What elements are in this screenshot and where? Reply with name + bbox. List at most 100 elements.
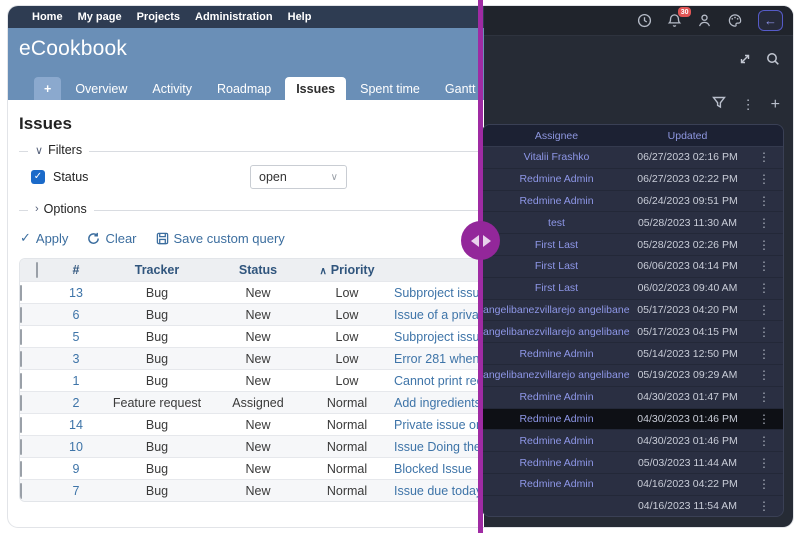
updated-timestamp: 04/30/2023 01:47 PM: [630, 391, 745, 403]
row-menu-kebab-icon[interactable]: ⋮: [745, 303, 783, 317]
assignee-link[interactable]: Redmine Admin: [483, 478, 630, 490]
row-checkbox-cell: [20, 352, 54, 366]
row-checkbox-cell: [20, 374, 54, 388]
row-menu-kebab-icon[interactable]: ⋮: [745, 390, 783, 404]
dark-issue-row: Vitalii Frashko 06/27/2023 02:16 PM ⋮: [483, 147, 783, 169]
row-menu-kebab-icon[interactable]: ⋮: [745, 281, 783, 295]
issue-id-link[interactable]: 13: [54, 286, 98, 300]
issue-id-link[interactable]: 5: [54, 330, 98, 344]
row-checkbox[interactable]: [20, 285, 22, 301]
top-menu-item[interactable]: Projects: [137, 11, 180, 23]
assignee-link[interactable]: Redmine Admin: [483, 348, 630, 360]
row-menu-kebab-icon[interactable]: ⋮: [745, 172, 783, 186]
row-menu-kebab-icon[interactable]: ⋮: [745, 194, 783, 208]
project-tab[interactable]: Overview: [64, 77, 138, 100]
issue-id-link[interactable]: 3: [54, 352, 98, 366]
column-header-updated[interactable]: Updated: [630, 130, 745, 142]
filter-funnel-icon[interactable]: [712, 96, 726, 114]
project-tab[interactable]: Issues: [285, 77, 346, 100]
row-menu-kebab-icon[interactable]: ⋮: [745, 325, 783, 339]
row-menu-kebab-icon[interactable]: ⋮: [745, 368, 783, 382]
row-menu-kebab-icon[interactable]: ⋮: [745, 347, 783, 361]
project-tab[interactable]: +: [34, 77, 61, 100]
column-header-id[interactable]: #: [54, 263, 98, 277]
row-menu-kebab-icon[interactable]: ⋮: [745, 499, 783, 513]
row-checkbox[interactable]: [20, 395, 22, 411]
row-menu-kebab-icon[interactable]: ⋮: [745, 216, 783, 230]
row-menu-kebab-icon[interactable]: ⋮: [745, 150, 783, 164]
row-checkbox[interactable]: [20, 461, 22, 477]
project-tab[interactable]: Spent time: [349, 77, 431, 100]
chevron-down-icon: ∨: [35, 144, 43, 157]
assignee-link[interactable]: Redmine Admin: [483, 173, 630, 185]
search-icon[interactable]: [766, 52, 780, 71]
select-all-checkbox[interactable]: [36, 262, 38, 278]
add-icon[interactable]: +: [771, 97, 780, 113]
clock-icon[interactable]: [637, 13, 652, 28]
assignee-link[interactable]: Vitalii Frashko: [483, 151, 630, 163]
clear-button[interactable]: Clear: [87, 231, 136, 246]
issue-id-link[interactable]: 14: [54, 418, 98, 432]
row-menu-kebab-icon[interactable]: ⋮: [745, 412, 783, 426]
issue-id-link[interactable]: 6: [54, 308, 98, 322]
status-select-value: open: [259, 170, 287, 184]
top-menu-item[interactable]: Administration: [195, 11, 273, 23]
assignee-link[interactable]: test: [483, 217, 630, 229]
save-custom-query-button[interactable]: Save custom query: [156, 231, 285, 246]
assignee-link[interactable]: angelibanezvillarejo angelibanezvillarej…: [483, 304, 630, 316]
project-tab[interactable]: Activity: [141, 77, 203, 100]
notifications-bell-icon[interactable]: 30: [667, 13, 682, 28]
column-header-assignee[interactable]: Assignee: [483, 130, 630, 142]
back-button[interactable]: ←: [758, 10, 783, 31]
project-tab[interactable]: Roadmap: [206, 77, 282, 100]
issue-id-link[interactable]: 9: [54, 462, 98, 476]
row-checkbox-cell: [20, 308, 54, 322]
row-menu-kebab-icon[interactable]: ⋮: [745, 434, 783, 448]
column-header-priority[interactable]: ∧Priority: [300, 263, 394, 277]
row-checkbox[interactable]: [20, 373, 22, 389]
row-checkbox[interactable]: [20, 329, 22, 345]
status-select[interactable]: open ∨: [250, 165, 347, 189]
assignee-link[interactable]: First Last: [483, 239, 630, 251]
row-menu-kebab-icon[interactable]: ⋮: [745, 477, 783, 491]
issue-id-link[interactable]: 10: [54, 440, 98, 454]
assignee-link[interactable]: First Last: [483, 282, 630, 294]
column-header-tracker[interactable]: Tracker: [98, 263, 216, 277]
row-checkbox[interactable]: [20, 483, 22, 499]
assignee-link[interactable]: Redmine Admin: [483, 195, 630, 207]
column-header-status[interactable]: Status: [216, 263, 300, 277]
issue-id-link[interactable]: 1: [54, 374, 98, 388]
more-options-kebab-icon[interactable]: ⋮: [742, 97, 755, 113]
row-menu-kebab-icon[interactable]: ⋮: [745, 238, 783, 252]
row-checkbox[interactable]: [20, 307, 22, 323]
assignee-link[interactable]: Redmine Admin: [483, 413, 630, 425]
options-legend[interactable]: › Options: [28, 202, 94, 216]
apply-button[interactable]: ✓ Apply: [20, 230, 68, 246]
status-checkbox[interactable]: ✓: [31, 170, 45, 184]
issue-status: New: [216, 286, 300, 300]
top-menu-item[interactable]: Home: [32, 11, 63, 23]
assignee-link[interactable]: angelibanezvillarejo angelibanezvillarej…: [483, 326, 630, 338]
theme-palette-icon[interactable]: [727, 13, 743, 28]
row-menu-kebab-icon[interactable]: ⋮: [745, 259, 783, 273]
assignee-link[interactable]: Redmine Admin: [483, 457, 630, 469]
row-checkbox[interactable]: [20, 439, 22, 455]
assignee-link[interactable]: Redmine Admin: [483, 391, 630, 403]
assignee-link[interactable]: Redmine Admin: [483, 435, 630, 447]
top-menu-item[interactable]: Help: [288, 11, 312, 23]
issue-id-link[interactable]: 7: [54, 484, 98, 498]
comparison-divider[interactable]: [478, 0, 483, 533]
assignee-link[interactable]: angelibanezvillarejo angelibanezvillarej…: [483, 369, 630, 381]
user-icon[interactable]: [697, 13, 712, 28]
assignee-link[interactable]: First Last: [483, 260, 630, 272]
expand-icon[interactable]: [738, 52, 752, 71]
top-menu-item[interactable]: My page: [78, 11, 122, 23]
filters-legend[interactable]: ∨ Filters: [28, 143, 89, 157]
row-menu-kebab-icon[interactable]: ⋮: [745, 456, 783, 470]
comparison-slider-handle[interactable]: [461, 221, 500, 260]
issue-id-link[interactable]: 2: [54, 396, 98, 410]
issue-priority: Normal: [300, 396, 394, 410]
row-checkbox[interactable]: [20, 417, 22, 433]
select-all-column-header[interactable]: [20, 263, 54, 277]
row-checkbox[interactable]: [20, 351, 22, 367]
